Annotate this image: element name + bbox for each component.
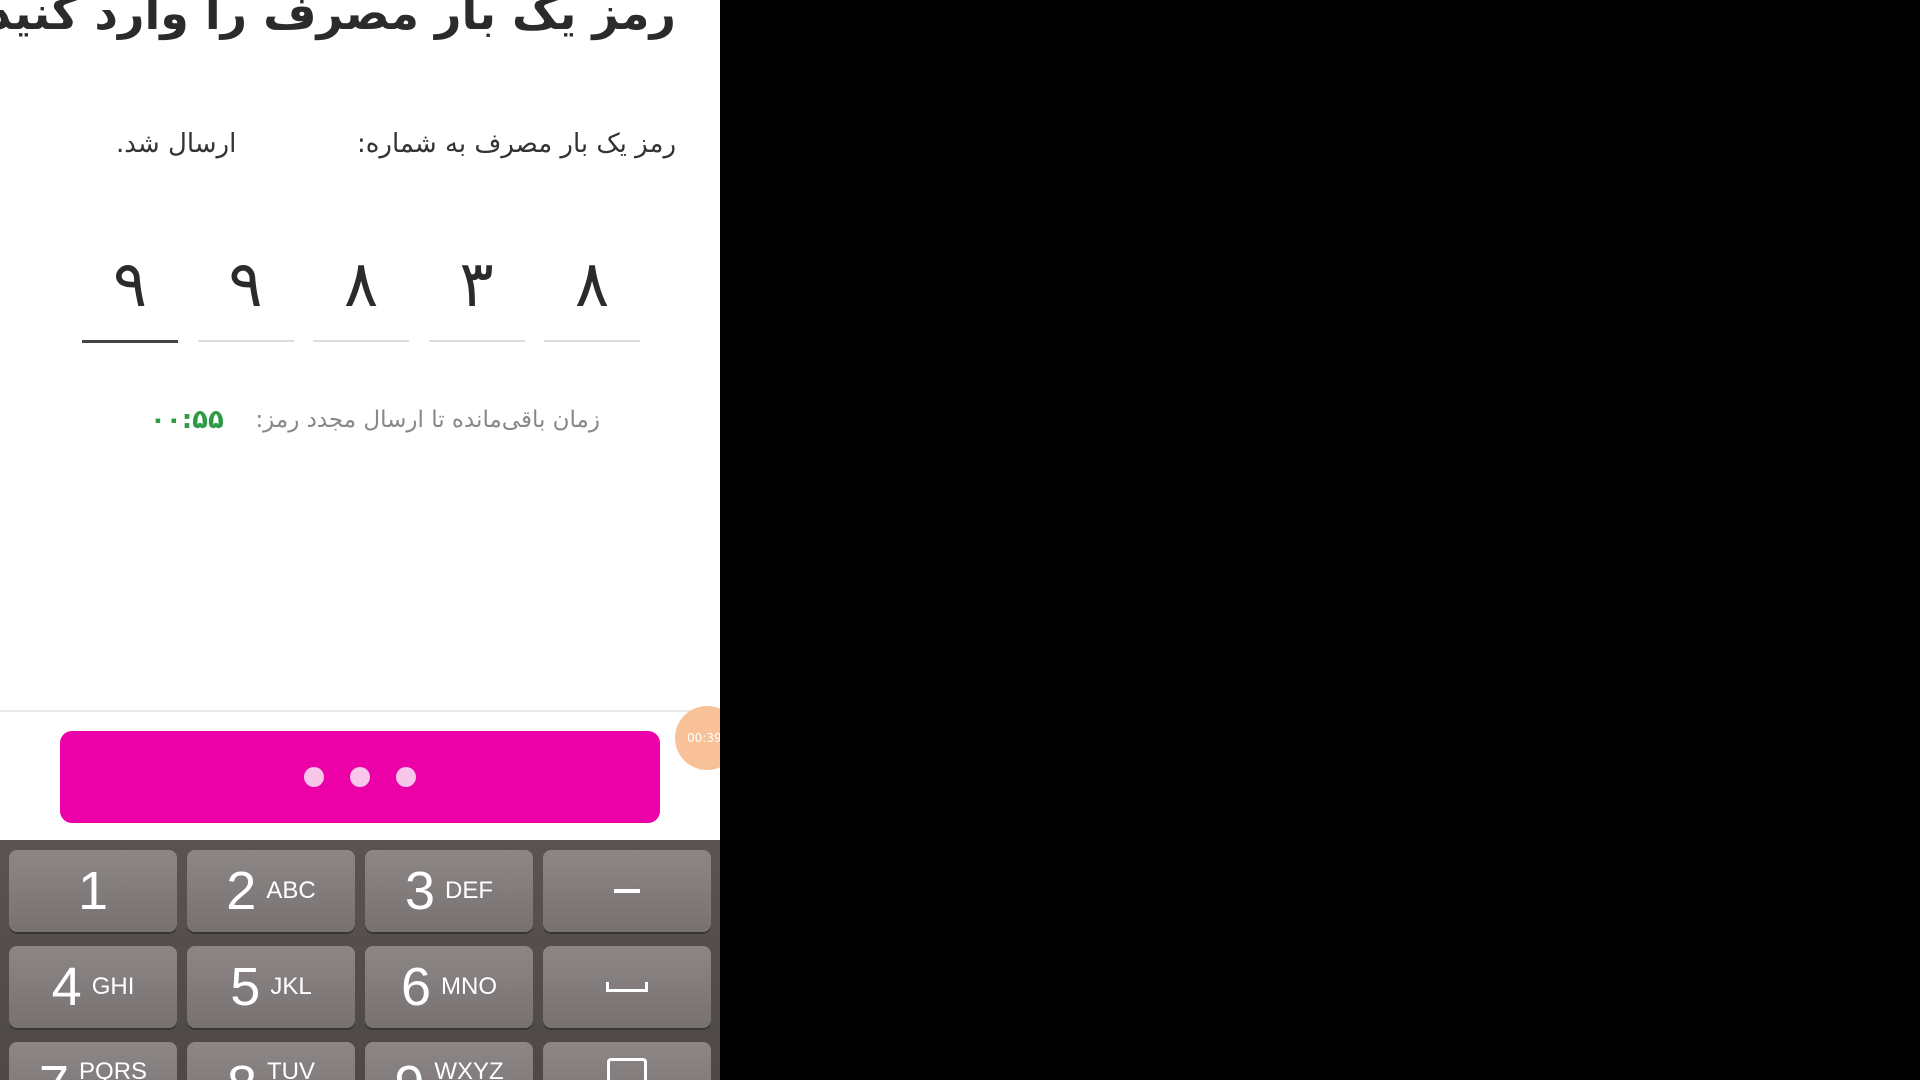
numeric-keyboard: 1 2 ABC 3 DEF 4 GHI 5 JKL 6 MNO PQRS TUV… <box>0 840 720 1080</box>
resend-countdown: ۰۰:۵۵ <box>150 405 224 435</box>
key-1[interactable]: 1 <box>9 850 177 932</box>
otp-digit-3[interactable]: ۸ <box>313 230 409 342</box>
otp-sent-tail: ارسال شد. <box>116 129 237 159</box>
otp-digit-1[interactable]: ۹ <box>82 230 178 343</box>
key-dash[interactable] <box>543 850 711 932</box>
key-7[interactable]: 7 PQRS <box>9 1042 177 1080</box>
backspace-icon <box>607 1058 647 1080</box>
key-3[interactable]: 3 DEF <box>365 850 533 932</box>
otp-digit-4[interactable]: ۳ <box>428 230 525 342</box>
submit-button[interactable] <box>60 731 660 823</box>
key-5[interactable]: 5 JKL <box>187 946 355 1028</box>
otp-sent-lead: رمز یک بار مصرف به شماره: <box>357 129 676 159</box>
divider <box>0 710 720 712</box>
otp-input-group: ۹ ۹ ۸ ۳ ۸ <box>82 230 640 343</box>
otp-sent-message: رمز یک بار مصرف به شماره: ارسال شد. <box>116 124 676 164</box>
otp-digit-5[interactable]: ۸ <box>544 230 640 342</box>
key-4[interactable]: 4 GHI <box>9 946 177 1028</box>
loading-dot-icon <box>304 767 324 787</box>
minus-icon <box>614 889 640 893</box>
otp-digit-2[interactable]: ۹ <box>197 230 294 342</box>
page-title: رمز یک بار مصرف را وارد کنید <box>0 0 676 40</box>
resend-timer: زمان باقی‌مانده تا ارسال مجدد رمز: ۰۰:۵۵ <box>150 400 600 440</box>
floating-timer-bubble[interactable]: 00:39 <box>675 706 720 770</box>
key-6[interactable]: 6 MNO <box>365 946 533 1028</box>
key-9[interactable]: 9 WXYZ <box>365 1042 533 1080</box>
key-backspace[interactable] <box>543 1042 711 1080</box>
loading-dot-icon <box>350 767 370 787</box>
loading-dot-icon <box>396 767 416 787</box>
space-icon <box>606 982 648 992</box>
key-8[interactable]: 8 TUV <box>187 1042 355 1080</box>
resend-timer-label: زمان باقی‌مانده تا ارسال مجدد رمز: <box>255 407 600 433</box>
key-space[interactable] <box>543 946 711 1028</box>
key-2[interactable]: 2 ABC <box>187 850 355 932</box>
phone-screen: رمز یک بار مصرف را وارد کنید رمز یک بار … <box>0 0 720 1080</box>
